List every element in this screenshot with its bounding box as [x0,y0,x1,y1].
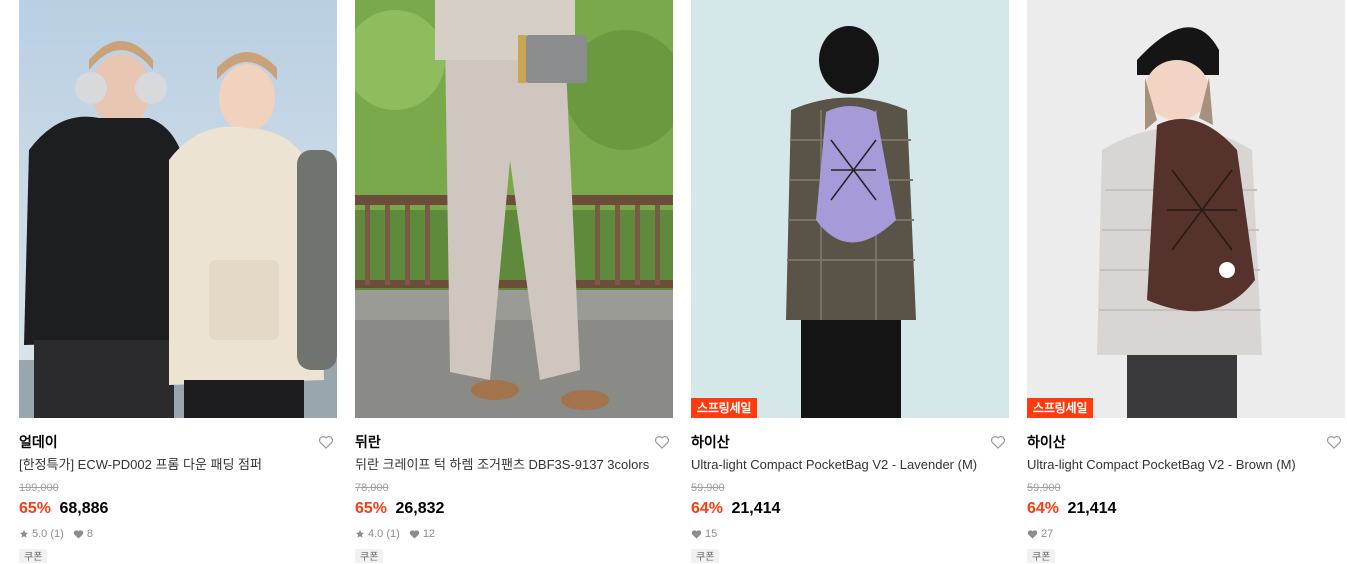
review-count: (1) [386,528,400,540]
rating-value: 5.0 [32,528,48,540]
product-image[interactable]: 스프링세일 [691,0,1009,418]
star-icon [355,529,365,538]
discount-rate: 64% [1027,500,1060,517]
product-photo [1027,0,1345,418]
like-count: 27 [1041,528,1054,540]
like-count: 8 [86,528,93,540]
brand-name[interactable]: 뒤란 [355,434,381,450]
discount-rate: 65% [19,500,52,517]
likes: 27 [1027,527,1053,541]
brand-name[interactable]: 얼데이 [19,434,58,450]
product-image[interactable] [355,0,673,418]
discount-rate: 64% [691,500,724,517]
heart-outline-icon[interactable] [653,433,671,451]
heart-filled-icon [409,530,420,539]
likes: 12 [409,527,435,541]
product-card[interactable]: 스프링세일 하이산 Ultra-light Compact PocketBag … [691,0,1009,564]
product-grid: 얼데이 [한정특가] ECW-PD002 프롬 다운 패딩 점퍼 199,000… [0,0,1347,564]
brand-row: 하이산 [691,432,1009,452]
product-name[interactable]: Ultra-light Compact PocketBag V2 - Brown… [1027,456,1345,474]
review-count: (1) [50,528,64,540]
product-photo [355,0,673,418]
sale-price: 26,832 [395,500,445,517]
product-photo [19,0,337,418]
discount-rate: 65% [355,500,388,517]
product-card[interactable]: 스프링세일 하이산 Ultra-light Compact PocketBag … [1027,0,1345,564]
coupon-tag: 쿠폰 [691,549,720,563]
product-image[interactable] [19,0,337,418]
product-image[interactable]: 스프링세일 [1027,0,1345,418]
sale-price: 68,886 [59,500,109,517]
heart-filled-icon [691,530,702,539]
heart-outline-icon[interactable] [1325,433,1343,451]
product-photo [691,0,1009,418]
meta-row: 15 [691,527,1009,541]
product-name[interactable]: Ultra-light Compact PocketBag V2 - Laven… [691,456,1009,474]
price-row: 65% 68,886 [19,498,337,520]
sale-badge: 스프링세일 [1027,398,1094,418]
likes: 15 [691,527,717,541]
brand-row: 얼데이 [19,432,337,452]
sale-badge: 스프링세일 [691,398,758,418]
price-row: 64% 21,414 [691,498,1009,520]
product-name[interactable]: 뒤란 크레이프 턱 하렘 조거팬츠 DBF3S-9137 3colors [355,456,673,474]
star-icon [19,529,29,538]
original-price: 199,000 [19,482,59,494]
brand-name[interactable]: 하이산 [1027,434,1066,450]
original-price: 78,000 [355,482,389,494]
price-row: 64% 21,414 [1027,498,1345,520]
brand-row: 하이산 [1027,432,1345,452]
product-card[interactable]: 얼데이 [한정특가] ECW-PD002 프롬 다운 패딩 점퍼 199,000… [19,0,337,564]
rating-value: 4.0 [368,528,384,540]
original-price: 59,900 [1027,482,1061,494]
like-count: 15 [705,528,718,540]
product-card[interactable]: 뒤란 뒤란 크레이프 턱 하렘 조거팬츠 DBF3S-9137 3colors … [355,0,673,564]
meta-row: 27 [1027,527,1345,541]
brand-row: 뒤란 [355,432,673,452]
coupon-tag: 쿠폰 [1027,549,1056,563]
price-row: 65% 26,832 [355,498,673,520]
product-name[interactable]: [한정특가] ECW-PD002 프롬 다운 패딩 점퍼 [19,456,337,474]
rating: 5.0 (1) [19,527,64,541]
brand-name[interactable]: 하이산 [691,434,730,450]
sale-price: 21,414 [1067,500,1117,517]
heart-filled-icon [1027,530,1038,539]
likes: 8 [73,527,93,541]
rating: 4.0 (1) [355,527,400,541]
heart-outline-icon[interactable] [989,433,1007,451]
original-price: 59,900 [691,482,725,494]
sale-price: 21,414 [731,500,781,517]
like-count: 12 [422,528,436,540]
coupon-tag: 쿠폰 [19,549,48,563]
coupon-tag: 쿠폰 [355,549,384,563]
meta-row: 4.0 (1) 12 [355,527,673,541]
heart-filled-icon [73,530,84,539]
heart-outline-icon[interactable] [317,433,335,451]
meta-row: 5.0 (1) 8 [19,527,337,541]
